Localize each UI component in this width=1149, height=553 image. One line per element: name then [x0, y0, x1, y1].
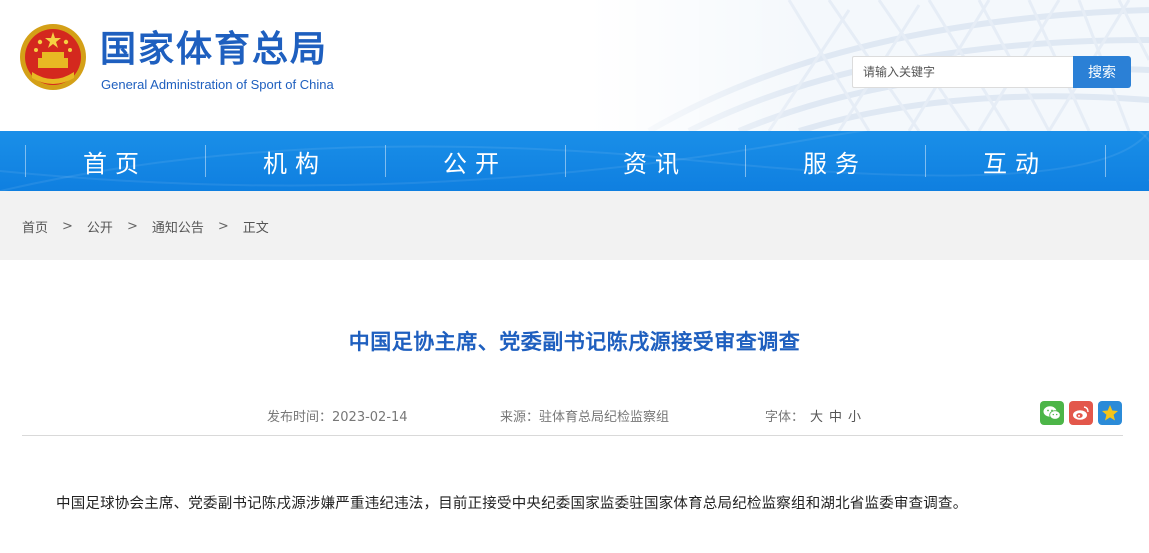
nav-item-services[interactable]: 服务 [745, 131, 925, 191]
breadcrumb-notices[interactable]: 通知公告 [152, 217, 204, 236]
article-body: 中国足球协会主席、党委副书记陈戌源涉嫌严重违纪违法，目前正接受中央纪委国家监委驻… [56, 496, 968, 512]
nav-item-organization[interactable]: 机构 [205, 131, 385, 191]
main-nav: 首页 机构 公开 资讯 服务 互动 [0, 131, 1149, 191]
national-emblem-icon [20, 24, 86, 90]
nav-separator [205, 145, 206, 177]
font-size-large[interactable]: 大 [810, 410, 823, 425]
share-qzone-button[interactable] [1098, 401, 1122, 425]
breadcrumb-public[interactable]: 公开 [87, 217, 113, 236]
nav-item-public[interactable]: 公开 [385, 131, 565, 191]
breadcrumb-separator: > [217, 219, 229, 234]
search-box: 搜索 [852, 56, 1131, 88]
nav-item-home[interactable]: 首页 [25, 131, 205, 191]
breadcrumb-current: 正文 [242, 221, 269, 236]
nav-separator [925, 145, 926, 177]
article-title: 中国足协主席、党委副书记陈戌源接受审查调查 [348, 330, 801, 354]
nav-separator [745, 145, 746, 177]
breadcrumb-separator: > [126, 219, 138, 234]
wechat-icon [1043, 406, 1061, 420]
breadcrumb-home[interactable]: 首页 [22, 217, 48, 236]
publish-date: 发布时间：2023-02-14 [267, 410, 408, 425]
search-input[interactable] [852, 56, 1073, 88]
article-source: 来源：驻体育总局纪检监察组 [500, 410, 670, 425]
font-size-control: 字体： 大中小 [765, 406, 861, 425]
search-button[interactable]: 搜索 [1073, 56, 1131, 88]
article-meta: 发布时间：2023-02-14 来源：驻体育总局纪检监察组 字体： 大中小 [22, 400, 1123, 436]
qzone-icon [1102, 405, 1118, 421]
nav-separator [385, 145, 386, 177]
site-title[interactable]: 国家体育总局 [100, 28, 328, 72]
site-header: 国家体育总局 General Administration of Sport o… [0, 0, 1149, 131]
font-size-medium[interactable]: 中 [829, 410, 842, 425]
site-subtitle: General Administration of Sport of China [101, 77, 334, 92]
breadcrumb: 首页 > 公开 > 通知公告 > 正文 [22, 217, 269, 236]
share-weibo-button[interactable] [1069, 401, 1093, 425]
nav-item-news[interactable]: 资讯 [565, 131, 745, 191]
share-wechat-button[interactable] [1040, 401, 1064, 425]
font-size-small[interactable]: 小 [848, 410, 861, 425]
breadcrumb-bar: 首页 > 公开 > 通知公告 > 正文 [0, 191, 1149, 260]
font-size-label: 字体： [765, 410, 805, 425]
breadcrumb-separator: > [62, 219, 73, 234]
nav-item-interaction[interactable]: 互动 [925, 131, 1105, 191]
weibo-icon [1073, 406, 1089, 420]
nav-separator [565, 145, 566, 177]
nav-separator [1105, 145, 1106, 177]
